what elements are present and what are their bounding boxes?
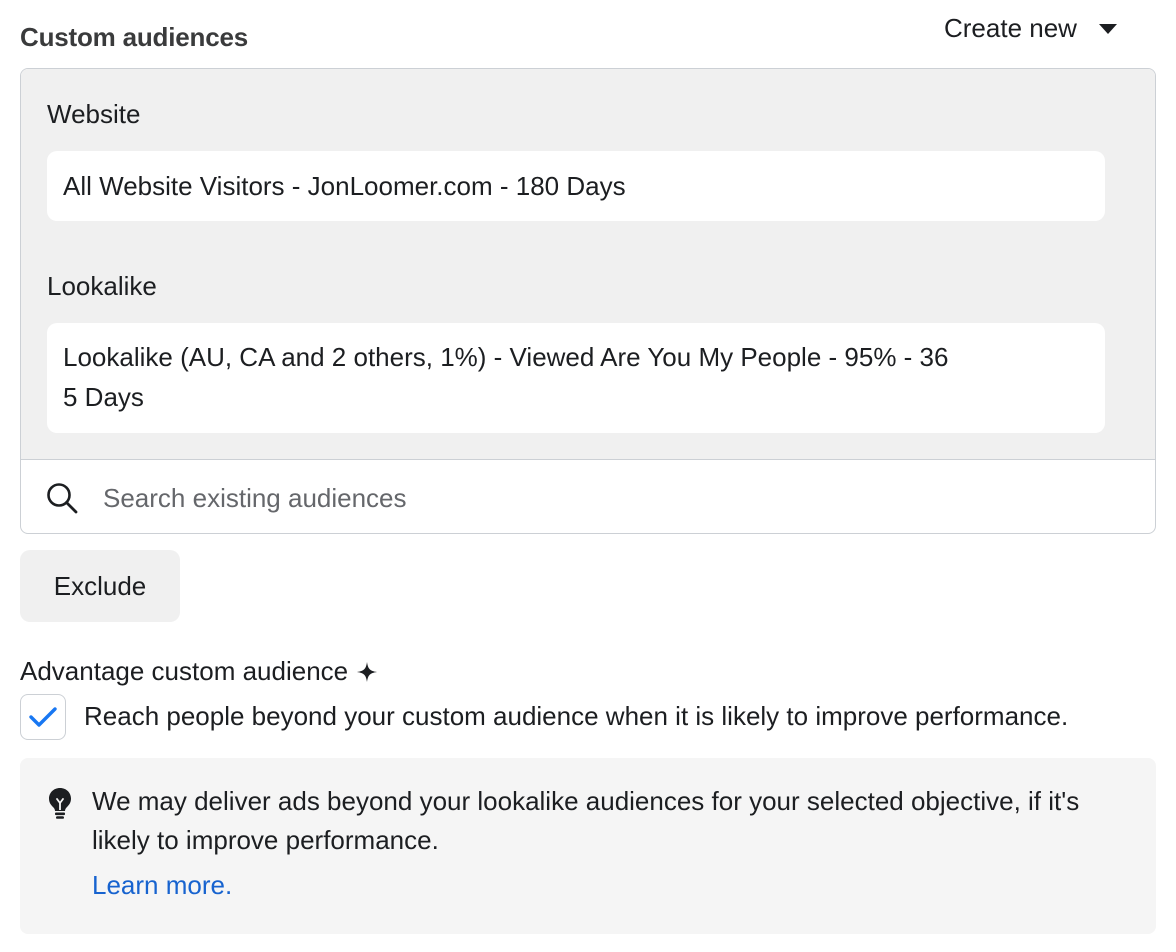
- audience-chip-label-line2: 5 Days: [63, 382, 144, 412]
- advantage-checkbox[interactable]: [20, 694, 66, 740]
- group-label-website: Website: [47, 99, 141, 129]
- learn-more-link[interactable]: Learn more.: [92, 870, 232, 901]
- create-new-dropdown[interactable]: Create new: [944, 10, 1117, 46]
- caret-down-icon: [1098, 24, 1117, 34]
- custom-audience-selector: Website All Website Visitors - JonLoomer…: [20, 68, 1156, 534]
- create-new-label: Create new: [944, 12, 1077, 43]
- search-audiences-input[interactable]: [101, 475, 1105, 521]
- exclude-button[interactable]: Exclude: [20, 550, 180, 622]
- audience-chip-label-line1: Lookalike (AU, CA and 2 others, 1%) - Vi…: [63, 342, 949, 372]
- custom-audiences-title: Custom audiences: [20, 22, 248, 52]
- advantage-custom-audience-heading: Advantage custom audience: [20, 656, 378, 687]
- checkmark-icon: [29, 707, 57, 727]
- audience-chip-lookalike[interactable]: Lookalike (AU, CA and 2 others, 1%) - Vi…: [47, 323, 1105, 433]
- audience-search-row: [21, 461, 1155, 533]
- advantage-checkbox-label: Reach people beyond your custom audience…: [84, 701, 1069, 731]
- lightbulb-icon: [49, 788, 71, 819]
- audience-chip-label: All Website Visitors - JonLoomer.com - 1…: [63, 171, 626, 201]
- info-text: We may deliver ads beyond your lookalike…: [92, 786, 1080, 855]
- audience-chip-website[interactable]: All Website Visitors - JonLoomer.com - 1…: [47, 151, 1105, 221]
- group-label-lookalike: Lookalike: [47, 271, 157, 301]
- search-icon: [47, 483, 78, 514]
- selected-audiences-panel: Website All Website Visitors - JonLoomer…: [21, 69, 1155, 460]
- advantage-title-text: Advantage custom audience: [20, 656, 349, 686]
- info-notice: We may deliver ads beyond your lookalike…: [20, 758, 1156, 934]
- sparkle-icon: [357, 661, 378, 682]
